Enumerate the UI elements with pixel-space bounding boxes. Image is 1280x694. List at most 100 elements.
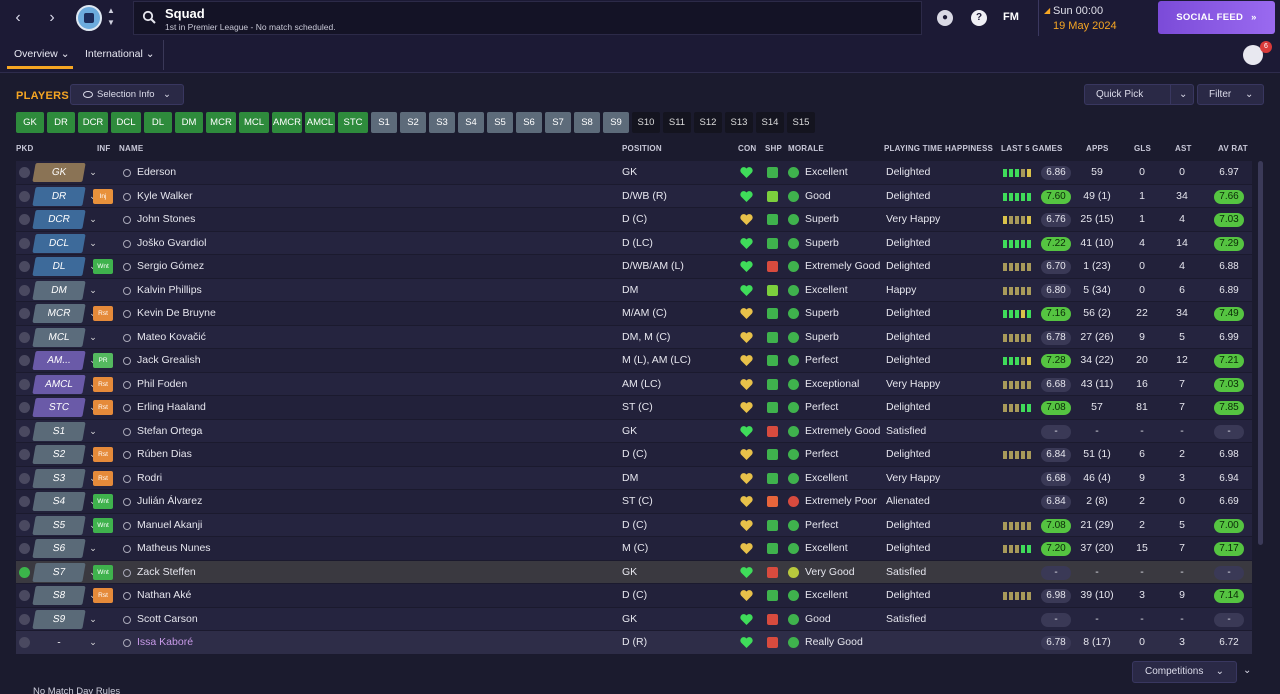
pick-toggle[interactable]: [19, 261, 30, 272]
info-badge[interactable]: Wnt: [93, 517, 113, 533]
position-slot[interactable]: DM: [32, 280, 86, 300]
position-slot[interactable]: S4: [32, 492, 86, 511]
pick-toggle[interactable]: [19, 355, 30, 366]
pick-toggle[interactable]: [19, 402, 30, 413]
chevron-down-icon[interactable]: ⌄: [86, 208, 100, 231]
position-slot[interactable]: STC: [32, 398, 86, 417]
position-chip[interactable]: MCL: [239, 112, 269, 133]
chevron-down-icon[interactable]: ⌄: [86, 537, 100, 560]
col-inf[interactable]: INF: [97, 144, 111, 153]
player-name[interactable]: Nathan Aké: [137, 584, 191, 607]
pick-toggle[interactable]: [19, 637, 30, 648]
info-badge[interactable]: Rst: [93, 306, 113, 321]
position-chip[interactable]: S11: [663, 112, 691, 133]
info-badge[interactable]: Rst: [93, 470, 113, 486]
info-badge[interactable]: Wnt: [93, 494, 113, 509]
player-name[interactable]: Scott Carson: [137, 608, 198, 631]
col-avrat[interactable]: AV RAT: [1218, 144, 1248, 153]
col-ast[interactable]: AST: [1175, 144, 1192, 153]
player-name[interactable]: John Stones: [137, 208, 195, 231]
position-chip[interactable]: S13: [725, 112, 753, 133]
player-name[interactable]: Erling Haaland: [137, 396, 206, 419]
table-row[interactable]: S5⌄WntManuel AkanjiD (C)PerfectDelighted…: [16, 513, 1252, 537]
col-position[interactable]: POSITION: [622, 144, 662, 153]
pick-toggle[interactable]: [19, 590, 30, 601]
position-slot[interactable]: S9: [32, 609, 86, 629]
position-slot[interactable]: S7: [32, 562, 86, 582]
pick-toggle[interactable]: [19, 613, 30, 625]
player-name[interactable]: Julián Álvarez: [137, 490, 202, 513]
position-chip[interactable]: S9: [603, 112, 629, 133]
pick-toggle[interactable]: [19, 308, 30, 319]
pick-toggle[interactable]: [19, 237, 30, 249]
chevron-down-icon[interactable]: ⌄: [86, 232, 100, 255]
position-chip[interactable]: DL: [144, 112, 172, 133]
chevron-down-icon[interactable]: ⌄: [86, 161, 100, 184]
position-chip[interactable]: S12: [694, 112, 722, 133]
chevron-down-icon[interactable]: ⌄: [86, 326, 100, 349]
position-slot[interactable]: DR: [32, 186, 86, 206]
tab-overview[interactable]: Overview ⌄: [14, 48, 70, 60]
position-slot[interactable]: S5: [32, 515, 86, 535]
back-arrow-icon[interactable]: ‹: [8, 8, 28, 28]
selection-info-dropdown[interactable]: Selection Info ⌄: [70, 84, 184, 105]
position-chip[interactable]: S3: [429, 112, 455, 133]
table-row[interactable]: DCR ⌄ John Stones D (C) Superb Very Happy 6.76…: [16, 208, 1252, 232]
table-row[interactable]: AM...⌄PRJack GrealishM (L), AM (LC)Perfe…: [16, 349, 1252, 373]
info-badge[interactable]: Rst: [93, 400, 113, 415]
table-row[interactable]: S2⌄RstRúben DiasD (C)PerfectDelighted6.8…: [16, 443, 1252, 467]
position-slot[interactable]: S2: [32, 445, 86, 464]
table-row[interactable]: S6 ⌄ Matheus Nunes M (C) Excellent Delighted 7…: [16, 537, 1252, 561]
pick-toggle[interactable]: [19, 543, 30, 554]
player-name[interactable]: Kyle Walker: [137, 185, 193, 208]
position-chip[interactable]: GK: [16, 112, 44, 133]
position-slot[interactable]: GK: [32, 163, 86, 182]
pick-toggle[interactable]: [19, 167, 30, 178]
pick-toggle[interactable]: [19, 425, 30, 437]
club-switch-icon[interactable]: ▲ ▼: [107, 5, 115, 29]
info-badge[interactable]: PR: [93, 353, 113, 368]
player-name[interactable]: Phil Foden: [137, 373, 187, 396]
position-chip[interactable]: STC: [338, 112, 368, 133]
competitions-dropdown[interactable]: Competitions ⌄: [1132, 661, 1237, 683]
player-name[interactable]: Joško Gvardiol: [137, 232, 206, 255]
ball-icon[interactable]: ●: [937, 10, 953, 26]
player-name[interactable]: Kalvin Phillips: [137, 279, 202, 302]
position-slot[interactable]: MCR: [32, 304, 86, 323]
position-chip[interactable]: S6: [516, 112, 542, 133]
player-name[interactable]: Rodri: [137, 467, 162, 490]
info-badge[interactable]: Inj: [93, 188, 113, 204]
position-chip[interactable]: DM: [175, 112, 203, 133]
chevron-down-icon[interactable]: ⌄: [86, 608, 100, 631]
position-chip[interactable]: S15: [787, 112, 815, 133]
search-icon[interactable]: [142, 10, 156, 24]
position-chip[interactable]: S5: [487, 112, 513, 133]
player-name[interactable]: Mateo Kovačić: [137, 326, 206, 349]
position-slot[interactable]: AM...: [32, 351, 86, 370]
position-slot[interactable]: S3: [32, 468, 86, 488]
position-chip[interactable]: S8: [574, 112, 600, 133]
table-row[interactable]: MCL ⌄ Mateo Kovačić DM, M (C) Superb Delighte…: [16, 325, 1252, 349]
col-shp[interactable]: SHP: [765, 144, 782, 153]
position-slot[interactable]: DCL: [32, 233, 86, 253]
table-row[interactable]: DCL ⌄ Joško Gvardiol D (LC) Superb Delighted 7…: [16, 231, 1252, 255]
table-row[interactable]: - ⌄ Issa Kaboré D (R) Really Good 6.78 8 (17) 0…: [16, 631, 1252, 655]
pick-toggle[interactable]: [19, 190, 30, 202]
table-row[interactable]: S4⌄WntJulián ÁlvarezST (C)Extremely Poor…: [16, 490, 1252, 514]
pick-toggle[interactable]: [19, 284, 30, 296]
pick-toggle[interactable]: [19, 331, 30, 343]
filter-button[interactable]: Filter ⌄: [1197, 84, 1264, 105]
table-row[interactable]: AMCL⌄RstPhil FodenAM (LC)ExceptionalVery…: [16, 372, 1252, 396]
col-pkd[interactable]: PKD: [16, 144, 34, 153]
table-row[interactable]: DM ⌄ Kalvin Phillips DM Excellent Happy 6.80 5 …: [16, 278, 1252, 302]
page-header[interactable]: Squad 1st in Premier League - No match s…: [133, 1, 922, 35]
position-chip[interactable]: AMCL: [305, 112, 335, 133]
pick-toggle[interactable]: [19, 519, 30, 531]
table-row[interactable]: GK ⌄ Ederson GK Excellent Delighted 6.86 59 0 0 6.…: [16, 161, 1252, 185]
pick-toggle[interactable]: [19, 214, 30, 225]
table-row[interactable]: S8⌄RstNathan AkéD (C)ExcellentDelighted6…: [16, 584, 1252, 608]
scrollbar[interactable]: [1258, 161, 1263, 545]
col-gls[interactable]: GLS: [1134, 144, 1151, 153]
forward-arrow-icon[interactable]: ›: [42, 8, 62, 28]
pick-toggle[interactable]: [19, 472, 30, 484]
